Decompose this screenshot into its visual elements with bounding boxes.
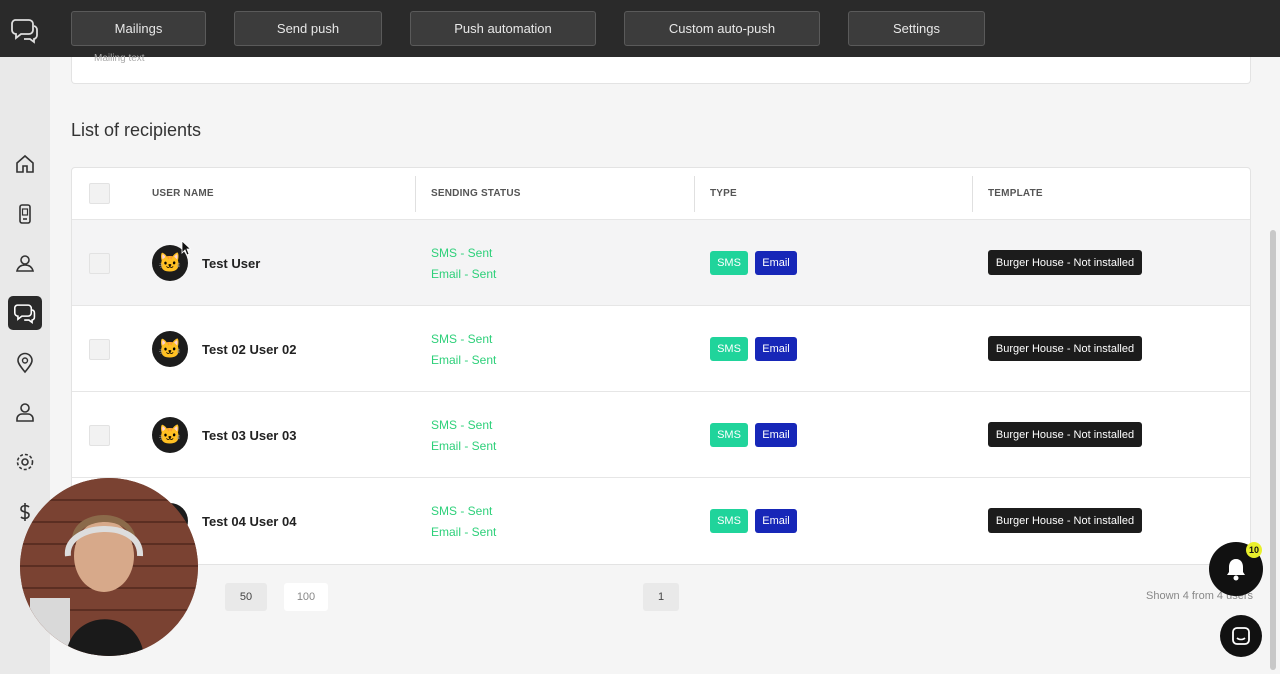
user-name: Test 04 User 04 xyxy=(202,514,297,529)
table-row[interactable]: 🐱 Test 04 User 04 SMS - Sent Email - Sen… xyxy=(72,478,1250,564)
users-icon xyxy=(15,255,35,272)
user-name: Test 02 User 02 xyxy=(202,342,297,357)
template-badge: Burger House - Not installed xyxy=(988,336,1142,361)
mouse-cursor-icon xyxy=(181,240,191,256)
sms-status: SMS - Sent xyxy=(431,332,493,346)
nav-send-push-button[interactable]: Send push xyxy=(234,11,382,46)
user-name: Test User xyxy=(202,256,261,271)
table-header: USER NAME SENDING STATUS TYPE TEMPLATE xyxy=(72,168,1250,220)
email-status: Email - Sent xyxy=(431,267,497,281)
email-type-badge: Email xyxy=(755,337,797,361)
select-all-checkbox[interactable] xyxy=(89,183,110,204)
avatar: 🐱 xyxy=(152,331,188,367)
nav-settings-button[interactable]: Settings xyxy=(848,11,985,46)
nav-push-automation-button[interactable]: Push automation xyxy=(410,11,596,46)
sidebar-phone[interactable] xyxy=(8,197,42,231)
webcam-overlay xyxy=(20,478,198,656)
phone-icon xyxy=(19,204,31,224)
page-size-100-button[interactable]: 100 xyxy=(284,583,328,611)
table-row[interactable]: 🐱 Test 03 User 03 SMS - Sent Email - Sen… xyxy=(72,392,1250,478)
chat-bubble-icon xyxy=(1232,627,1250,645)
recipients-table: USER NAME SENDING STATUS TYPE TEMPLATE 🐱… xyxy=(71,167,1251,565)
template-badge: Burger House - Not installed xyxy=(988,422,1142,447)
sms-type-badge: SMS xyxy=(710,251,748,275)
bell-icon xyxy=(1227,559,1245,581)
user-name: Test 03 User 03 xyxy=(202,428,297,443)
row-checkbox[interactable] xyxy=(89,339,110,360)
table-row[interactable]: 🐱 Test 02 User 02 SMS - Sent Email - Sen… xyxy=(72,306,1250,392)
row-checkbox[interactable] xyxy=(89,253,110,274)
page-number-button[interactable]: 1 xyxy=(643,583,679,611)
column-template[interactable]: TEMPLATE xyxy=(988,188,1043,199)
column-divider xyxy=(415,176,416,212)
location-pin-icon xyxy=(17,352,33,374)
page-scrollbar[interactable] xyxy=(1270,230,1276,670)
email-status: Email - Sent xyxy=(431,439,497,453)
sidebar-settings[interactable] xyxy=(8,445,42,479)
row-checkbox[interactable] xyxy=(89,425,110,446)
template-badge: Burger House - Not installed xyxy=(988,508,1142,533)
table-row[interactable]: 🐱 Test User SMS - Sent Email - Sent SMS … xyxy=(72,220,1250,306)
email-type-badge: Email xyxy=(755,423,797,447)
sms-status: SMS - Sent xyxy=(431,418,493,432)
column-user-name[interactable]: USER NAME xyxy=(152,188,214,199)
gear-icon xyxy=(16,453,34,471)
sms-status: SMS - Sent xyxy=(431,504,493,518)
mailing-text-label: Mailing text xyxy=(94,53,145,64)
nav-mailings-button[interactable]: Mailings xyxy=(71,11,206,46)
sidebar-users[interactable] xyxy=(8,246,42,280)
email-type-badge: Email xyxy=(755,251,797,275)
sidebar-home[interactable] xyxy=(8,147,42,181)
sms-status: SMS - Sent xyxy=(431,246,493,260)
sms-type-badge: SMS xyxy=(710,423,748,447)
nav-custom-auto-push-button[interactable]: Custom auto-push xyxy=(624,11,820,46)
email-status: Email - Sent xyxy=(431,353,497,367)
column-divider xyxy=(972,176,973,212)
presenter-video-icon xyxy=(20,478,198,656)
page-size-50-button[interactable]: 50 xyxy=(225,583,267,611)
email-type-badge: Email xyxy=(755,509,797,533)
sidebar-user[interactable] xyxy=(8,395,42,429)
column-sending-status[interactable]: SENDING STATUS xyxy=(431,188,521,199)
avatar: 🐱 xyxy=(152,417,188,453)
mailing-text-card: Mailing text xyxy=(71,53,1251,84)
template-badge: Burger House - Not installed xyxy=(988,250,1142,275)
column-divider xyxy=(694,176,695,212)
home-icon xyxy=(16,154,34,173)
sidebar-chat[interactable] xyxy=(8,296,42,330)
chat-icon xyxy=(14,304,36,324)
notification-count-badge: 10 xyxy=(1246,542,1262,558)
user-icon xyxy=(16,403,34,422)
column-type[interactable]: TYPE xyxy=(710,188,737,199)
chat-logo-icon[interactable] xyxy=(10,16,40,44)
support-chat-button[interactable] xyxy=(1220,615,1262,657)
recipients-title: List of recipients xyxy=(71,120,202,140)
top-navigation-bar: Mailings Send push Push automation Custo… xyxy=(0,0,1280,57)
sms-type-badge: SMS xyxy=(710,337,748,361)
sidebar-location[interactable] xyxy=(8,346,42,380)
email-status: Email - Sent xyxy=(431,525,497,539)
sms-type-badge: SMS xyxy=(710,509,748,533)
